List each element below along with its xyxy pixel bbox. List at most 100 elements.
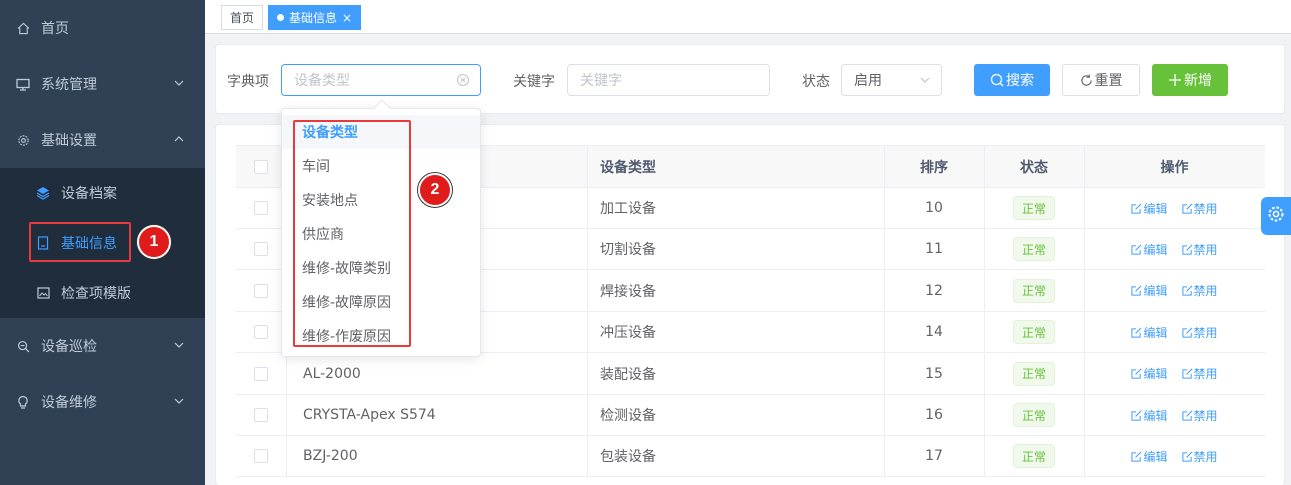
disable-button[interactable]: 禁用	[1181, 407, 1218, 424]
sidebar-item-inspection[interactable]: 设备巡检	[0, 318, 205, 374]
edit-button[interactable]: 编辑	[1131, 407, 1168, 424]
sidebar-item-label: 基础设置	[41, 133, 97, 149]
edit-icon	[1131, 410, 1143, 421]
keyword-label: 关键字	[513, 74, 555, 90]
cell-name: BZJ-200	[303, 448, 358, 465]
dict-select[interactable]: 设备类型	[281, 64, 481, 96]
sidebar-item-system[interactable]: 系统管理	[0, 56, 205, 112]
status-badge: 正常	[1012, 444, 1055, 469]
cell-sort: 15	[925, 365, 943, 382]
sidebar-subitem-device-archive[interactable]: 设备档案	[0, 168, 205, 218]
header-status: 状态	[1020, 159, 1048, 176]
edit-label: 编辑	[1143, 284, 1168, 299]
tag-home[interactable]: 首页	[221, 5, 264, 30]
status-select[interactable]: 启用	[841, 64, 942, 96]
annotation-badge-2: 2	[418, 173, 452, 207]
disable-button[interactable]: 禁用	[1181, 241, 1218, 258]
search-panel: 字典项 设备类型 关键字 关键字 状态 启用 搜索 重置 新增	[215, 44, 1285, 114]
chevron-up-icon	[173, 133, 185, 145]
row-checkbox[interactable]	[254, 325, 268, 340]
sidebar-subitem-label: 检查项模版	[61, 286, 131, 302]
cell-type: 检测设备	[600, 408, 656, 424]
cell-type: 加工设备	[600, 201, 656, 217]
disable-button[interactable]: 禁用	[1181, 324, 1218, 341]
sidebar-item-maintenance[interactable]: 设备维修	[0, 374, 205, 430]
row-checkbox[interactable]	[254, 408, 268, 422]
disable-label: 禁用	[1193, 449, 1218, 464]
edit-label: 编辑	[1143, 367, 1168, 382]
row-checkbox[interactable]	[254, 366, 268, 381]
cell-type: 切割设备	[600, 242, 656, 259]
bulb-icon	[16, 395, 30, 409]
edit-icon	[1181, 410, 1194, 421]
edit-icon	[1181, 368, 1194, 379]
cell-sort: 17	[925, 448, 943, 465]
disable-button[interactable]: 禁用	[1181, 282, 1218, 299]
edit-icon	[1131, 285, 1143, 296]
edit-button[interactable]: 编辑	[1131, 200, 1168, 217]
edit-button[interactable]: 编辑	[1131, 282, 1168, 299]
clear-circle-icon[interactable]	[456, 73, 470, 91]
row-checkbox[interactable]	[254, 201, 268, 215]
close-icon[interactable]: ×	[342, 11, 352, 25]
edit-icon	[1181, 203, 1194, 214]
reset-button-label: 重置	[1094, 73, 1123, 89]
edit-button[interactable]: 编辑	[1131, 448, 1168, 465]
disable-label: 禁用	[1193, 325, 1218, 340]
annotation-highlight-box	[29, 222, 131, 262]
tag-basic-info[interactable]: 基础信息 ×	[268, 5, 362, 30]
refresh-icon	[1080, 73, 1093, 87]
disable-button[interactable]: 禁用	[1181, 448, 1218, 465]
monitor-icon	[16, 77, 30, 91]
table-row: AL-2000 装配设备 15 正常 编辑 禁用	[236, 353, 1265, 395]
row-checkbox[interactable]	[254, 283, 268, 298]
edit-icon	[1131, 327, 1143, 338]
annotation-badge-1: 1	[137, 225, 171, 259]
add-button[interactable]: 新增	[1152, 64, 1228, 96]
status-badge: 正常	[1012, 196, 1055, 220]
cell-sort: 14	[925, 324, 943, 341]
disable-label: 禁用	[1193, 284, 1218, 299]
gear-icon	[1267, 205, 1285, 227]
keyword-input[interactable]: 关键字	[567, 64, 770, 96]
disable-button[interactable]: 禁用	[1181, 200, 1218, 217]
tag-label: 基础信息	[289, 11, 338, 25]
home-icon	[16, 21, 30, 35]
add-button-label: 新增	[1184, 73, 1212, 89]
edit-icon	[1131, 244, 1143, 255]
row-checkbox[interactable]	[254, 449, 268, 464]
zoom-icon	[16, 339, 30, 353]
disable-label: 禁用	[1193, 367, 1218, 382]
status-label: 状态	[802, 74, 830, 90]
row-checkbox[interactable]	[254, 242, 268, 257]
sidebar-subitem-check-template[interactable]: 检查项模版	[0, 268, 205, 318]
cell-sort: 10	[925, 200, 943, 216]
edit-button[interactable]: 编辑	[1131, 365, 1168, 382]
cell-sort: 12	[925, 282, 943, 299]
edit-icon	[1131, 203, 1143, 214]
edit-icon	[1181, 327, 1194, 338]
edit-label: 编辑	[1143, 408, 1168, 423]
tag-label: 首页	[230, 11, 255, 25]
edit-icon	[1131, 368, 1143, 379]
reset-button[interactable]: 重置	[1062, 64, 1140, 96]
edit-icon	[1131, 451, 1143, 462]
cell-type: 冲压设备	[600, 325, 656, 342]
status-badge: 正常	[1012, 278, 1055, 303]
header-type: 设备类型	[600, 159, 656, 176]
picture-icon	[36, 286, 50, 300]
annotation-highlight-box	[293, 120, 411, 347]
edit-button[interactable]: 编辑	[1131, 241, 1168, 258]
status-badge: 正常	[1012, 320, 1055, 345]
dict-select-placeholder: 设备类型	[294, 73, 350, 89]
sidebar-item-home[interactable]: 首页	[0, 0, 205, 56]
dict-dropdown: 维修-作废原因 维修-故障原因 维修-故障类别 供应商 安装地点 车间 设备类型 2	[281, 99, 481, 357]
edit-label: 编辑	[1143, 449, 1168, 464]
cell-type: 焊接设备	[600, 283, 656, 300]
settings-tab[interactable]	[1261, 197, 1291, 235]
search-button[interactable]: 搜索	[974, 64, 1050, 96]
sidebar-item-basic-settings[interactable]: 基础设置	[0, 112, 205, 168]
edit-button[interactable]: 编辑	[1131, 324, 1168, 341]
disable-button[interactable]: 禁用	[1181, 365, 1218, 382]
select-all-checkbox[interactable]	[254, 159, 268, 174]
